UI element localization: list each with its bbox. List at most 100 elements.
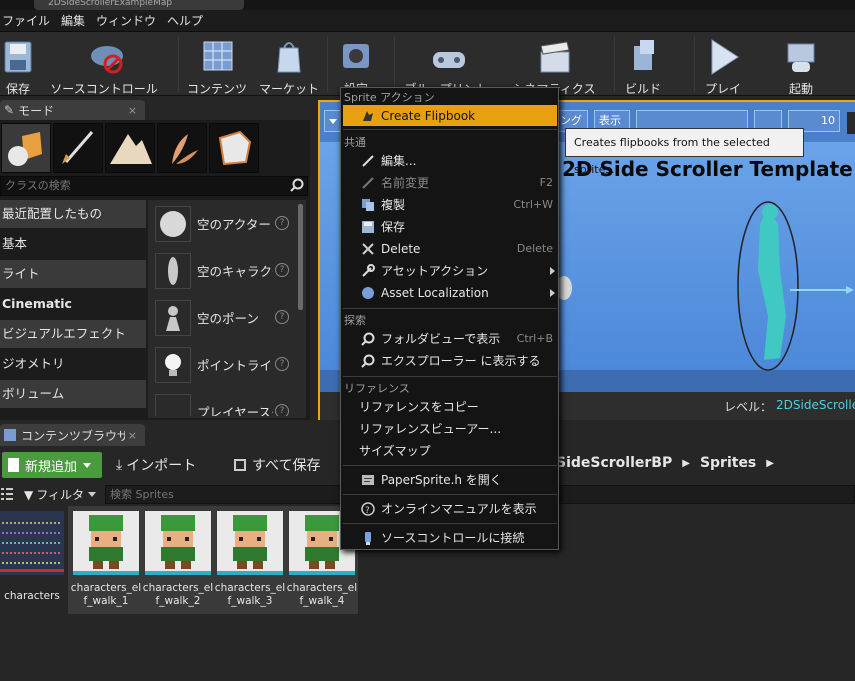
marketplace-toolbar-button[interactable]: マーケット (258, 32, 320, 96)
menu-file[interactable]: ファイル (0, 12, 59, 29)
rename-icon (361, 176, 375, 190)
foliage-mode-icon (172, 134, 198, 164)
asset-tile[interactable]: characters (0, 508, 72, 614)
play-toolbar-button[interactable]: プレイ (700, 32, 746, 96)
section-common: 共通 (344, 136, 366, 149)
add-new-button[interactable]: 新規追加 (2, 452, 102, 478)
place-mode-button[interactable] (1, 123, 51, 173)
connect-source-control-label: ソースコントロールに接続 (381, 531, 525, 545)
section-explore: 探索 (344, 314, 366, 327)
window-tab[interactable]: 2DSideScrollerExampleMap (34, 0, 244, 10)
import-icon: ⤓ (116, 457, 123, 473)
save-menu-item[interactable]: 保存 (343, 216, 557, 237)
search-icon (290, 178, 304, 195)
menu-window[interactable]: ウィンドウ (94, 12, 165, 29)
reference-viewer-menu-item[interactable]: リファレンスビューアー... (343, 418, 557, 439)
asset-tile[interactable]: characters_elf_walk_1 (70, 508, 142, 614)
sources-panel-toggle[interactable] (0, 486, 16, 502)
menu-divider (343, 494, 557, 495)
landscape-mode-button[interactable] (105, 123, 155, 173)
save-icon (361, 220, 375, 234)
add-new-label: 新規追加 (25, 459, 78, 475)
modes-panel: クラスの検索 最近配置したもの 基本 ライト Cinematic ビジュアルエフ… (0, 120, 310, 420)
asset-actions-label: アセットアクション (381, 264, 489, 278)
level-label: レベル： (724, 400, 773, 414)
create-flipbook-menu-item[interactable]: Create Flipbook (343, 105, 557, 126)
asset-localization-menu-item[interactable]: Asset Localization (343, 282, 557, 303)
category-recent[interactable]: 最近配置したもの (0, 200, 146, 228)
menu-help[interactable]: ヘルプ (165, 12, 212, 29)
help-icon[interactable]: ? (275, 216, 289, 230)
menu-divider (343, 129, 557, 130)
help-icon[interactable]: ? (275, 263, 289, 277)
help-icon[interactable]: ? (275, 404, 289, 416)
class-list-scrollbar[interactable] (298, 204, 303, 310)
content-browser-tab[interactable]: コンテンツブラウザ × (0, 424, 145, 446)
texture-thumbnail (0, 511, 64, 575)
show-in-explorer-menu-item[interactable]: エクスプローラー に表示する (343, 350, 557, 371)
category-geometry[interactable]: ジオメトリ (0, 350, 146, 378)
breadcrumb-item[interactable]: SideScrollerBP (556, 455, 672, 471)
level-name: 2DSideScroller (776, 398, 855, 412)
size-map-menu-item[interactable]: サイズマップ (343, 440, 557, 461)
settings-icon (339, 38, 373, 76)
modes-tab[interactable]: ✎ モード × (0, 100, 145, 120)
viewport-options-button[interactable] (847, 112, 855, 134)
category-cinematic[interactable]: Cinematic (0, 290, 146, 318)
connect-source-control-menu-item[interactable]: ソースコントロールに接続 (343, 527, 557, 548)
menu-divider (343, 465, 557, 466)
show-in-explorer-label: エクスプローラー に表示する (381, 354, 541, 368)
class-item-player-start[interactable]: プレイヤースタート? (153, 390, 293, 416)
geometry-mode-button[interactable] (209, 123, 259, 173)
launch-icon (784, 38, 818, 76)
class-item-empty-actor[interactable]: 空のアクター? (153, 202, 293, 246)
menu-edit[interactable]: 編集 (59, 12, 94, 29)
edit-menu-item[interactable]: 編集... (343, 150, 557, 171)
rename-shortcut: F2 (539, 176, 553, 189)
paint-mode-button[interactable] (53, 123, 103, 173)
class-search-input[interactable]: クラスの検索 (0, 176, 308, 196)
category-visual-effects[interactable]: ビジュアルエフェクト (0, 320, 146, 348)
duplicate-menu-item[interactable]: 複製 Ctrl+W (343, 194, 557, 215)
class-item-empty-character[interactable]: 空のキャラクター? (153, 249, 293, 293)
filters-button[interactable]: ▼ フィルタ (24, 486, 96, 503)
source-control-toolbar-button[interactable]: ソースコントロール (48, 32, 160, 96)
category-lights[interactable]: ライト (0, 260, 146, 288)
save-all-button[interactable]: すべて保存 (234, 455, 320, 475)
reference-viewer-label: リファレンスビューアー... (359, 422, 502, 436)
asset-tile[interactable]: characters_elf_walk_2 (142, 508, 214, 614)
show-in-folder-menu-item[interactable]: フォルダビューで表示 Ctrl+B (343, 328, 557, 349)
marketplace-icon (272, 38, 306, 76)
launch-toolbar-button[interactable]: 起動 (778, 32, 824, 96)
help-icon: ? (361, 501, 375, 516)
build-toolbar-button[interactable]: ビルド (620, 32, 666, 96)
help-icon[interactable]: ? (275, 310, 289, 324)
open-source-menu-item[interactable]: PaperSprite.h を開く (343, 469, 557, 490)
asset-localization-label: Asset Localization (381, 285, 489, 300)
breadcrumb-separator-icon: ▶ (766, 457, 774, 469)
edit-label: 編集... (381, 154, 417, 168)
copy-reference-menu-item[interactable]: リファレンスをコピー (343, 396, 557, 417)
delete-menu-item[interactable]: Delete Delete (343, 238, 557, 259)
class-item-empty-pawn[interactable]: 空のポーン? (153, 296, 293, 340)
asset-tile[interactable]: characters_elf_walk_3 (214, 508, 286, 614)
class-item-point-light[interactable]: ポイントライト? (153, 343, 293, 387)
foliage-mode-button[interactable] (157, 123, 207, 173)
save-toolbar-button[interactable]: 保存 (0, 32, 36, 96)
close-icon[interactable]: × (128, 104, 137, 117)
asset-actions-menu-item[interactable]: アセットアクション (343, 260, 557, 281)
online-manual-menu-item[interactable]: ? オンラインマニュアルを表示 (343, 498, 557, 519)
category-volumes[interactable]: ボリューム (0, 380, 146, 408)
open-source-label: PaperSprite.h を開く (381, 473, 502, 487)
menu-divider (343, 523, 557, 524)
asset-name: characters (4, 590, 60, 602)
import-button[interactable]: ⤓ インポート (116, 455, 196, 475)
breadcrumb-item[interactable]: Sprites (700, 455, 756, 471)
rename-menu-item[interactable]: 名前変更 F2 (343, 172, 557, 193)
category-basic[interactable]: 基本 (0, 230, 146, 258)
help-icon[interactable]: ? (275, 357, 289, 371)
character-capsule[interactable] (728, 198, 855, 378)
size-map-label: サイズマップ (359, 444, 431, 458)
close-icon[interactable]: × (128, 429, 137, 442)
content-toolbar-button[interactable]: コンテンツ (186, 32, 248, 96)
